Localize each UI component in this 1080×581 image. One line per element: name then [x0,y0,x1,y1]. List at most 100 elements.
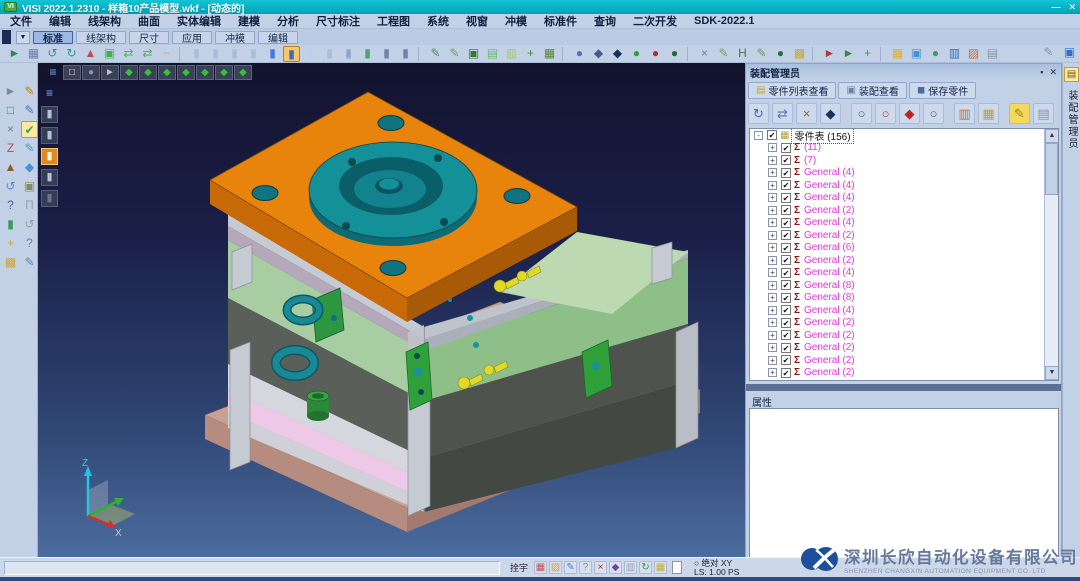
assembly-strip-label[interactable]: 装配管理员 [1064,90,1079,150]
pen-teal-icon[interactable]: ✎ [21,140,38,157]
tree-root-row[interactable]: - ✔ ▦ 零件表 (156) [750,129,1058,142]
point-icon[interactable]: ● [571,46,588,62]
grid-yellow-icon[interactable]: ▦ [654,561,667,574]
expand-icon[interactable]: + [768,356,777,365]
robot-icon[interactable]: × [594,561,607,574]
expand-icon[interactable]: + [768,318,777,327]
view-left-icon[interactable]: ◆ [215,65,233,80]
item-checkbox[interactable]: ✔ [781,330,791,340]
layer-cyl-active-icon[interactable]: ▮ [41,148,58,165]
pen-blue-icon[interactable]: ✎ [564,561,577,574]
cursor-red-icon[interactable]: ► [821,46,838,62]
surface-icon[interactable]: ◆ [21,159,38,176]
layer-cyl-icon-3[interactable]: ▮ [41,169,58,186]
shaded-sphere-icon[interactable]: ● [666,46,683,62]
expand-icon[interactable]: + [768,231,777,240]
toolbar-tab[interactable]: 尺寸 [129,31,169,44]
frame-icon[interactable]: H [734,46,751,62]
menu-item[interactable]: 视窗 [466,13,488,29]
confirm-check-icon[interactable]: ✔ [21,121,38,138]
report-icon[interactable]: ▥ [954,103,975,124]
cube-icon[interactable]: ▣ [21,178,38,195]
gate-icon[interactable]: Π [21,197,38,214]
table-icon[interactable]: ▦ [978,103,999,124]
tools-icon[interactable]: × [2,121,19,138]
brush-icon[interactable]: ▩ [791,46,808,62]
menu-item[interactable]: 编辑 [49,13,71,29]
layer-icon-7[interactable]: ▮ [321,46,338,62]
menu-item[interactable]: 建模 [238,13,260,29]
chamfer-icon[interactable]: ▤ [484,46,501,62]
tree-item[interactable]: + ✔ Σ General (4) [750,267,1058,280]
tree-item[interactable]: + ✔ Σ General (2) [750,254,1058,267]
open-file-icon[interactable]: ▦ [25,46,42,62]
expand-icon[interactable]: + [768,218,777,227]
refresh-icon[interactable]: ↻ [748,103,769,124]
view-pointer-icon[interactable]: ► [101,65,119,80]
bar-icon[interactable]: ▮ [2,216,19,233]
layer-edit-icon[interactable]: ▮ [378,46,395,62]
pen2-icon[interactable]: ✎ [21,254,38,271]
item-checkbox[interactable]: ✔ [781,255,791,265]
root-checkbox[interactable]: ✔ [767,130,777,140]
expand-icon[interactable]: + [768,193,777,202]
tree-item[interactable]: + ✔ Σ General (4) [750,304,1058,317]
item-checkbox[interactable]: ✔ [781,155,791,165]
menu-item[interactable]: 实体编辑 [177,13,221,29]
help-icon[interactable]: ? [579,561,592,574]
item-checkbox[interactable]: ✔ [781,193,791,203]
tree-item[interactable]: + ✔ Σ General (2) [750,342,1058,355]
box-icon[interactable]: ▣ [101,46,118,62]
tree-item[interactable]: + ✔ Σ General (8) [750,292,1058,305]
menu-item[interactable]: 线架构 [88,13,121,29]
zoom-icon[interactable]: ○ [923,103,944,124]
layer-icon-2[interactable]: ▮ [207,46,224,62]
fillet-icon[interactable]: ▣ [465,46,482,62]
layer-tools-icon[interactable]: ▮ [397,46,414,62]
swap-icon[interactable]: ⇄ [120,46,137,62]
panel-splitter[interactable] [746,384,1061,391]
frame-select-icon[interactable]: □ [2,102,19,119]
angle-icon[interactable]: ▲ [2,159,19,176]
sketch-pen-icon[interactable]: ✎ [21,83,38,100]
expand-icon[interactable]: + [768,368,777,377]
tree-item[interactable]: + ✔ Σ General (2) [750,329,1058,342]
view-iso-icon[interactable]: ◆ [120,65,138,80]
command-prompt-field[interactable] [4,561,500,575]
scroll-thumb[interactable] [1045,143,1058,195]
tree-item[interactable]: + ✔ Σ General (2) [750,367,1058,380]
viewbar-menu-icon[interactable]: ≡ [44,65,62,80]
expand-icon[interactable]: + [768,243,777,252]
expand-icon[interactable]: + [768,256,777,265]
grid-red-icon[interactable]: ▦ [534,561,547,574]
rotate-icon[interactable]: ↺ [2,178,19,195]
item-checkbox[interactable]: ✔ [781,318,791,328]
extend-icon[interactable]: ✎ [446,46,463,62]
tree-item[interactable]: + ✔ Σ General (4) [750,167,1058,180]
menu-item[interactable]: 工程图 [377,13,410,29]
tree-item[interactable]: + ✔ Σ General (2) [750,354,1058,367]
book-icon[interactable]: ▤ [984,46,1001,62]
pen-corner-icon[interactable]: ✎ [1040,45,1057,61]
tree-item[interactable]: + ✔ Σ General (4) [750,179,1058,192]
cursor-green-icon[interactable]: ► [840,46,857,62]
item-checkbox[interactable]: ✔ [781,143,791,153]
item-checkbox[interactable]: ✔ [781,293,791,303]
menu-item[interactable]: 文件 [10,13,32,29]
search-key-icon[interactable]: ○ [851,103,872,124]
tree-item[interactable]: + ✔ Σ (7) [750,154,1058,167]
line-icon[interactable]: ◆ [590,46,607,62]
assembly-tree[interactable]: - ✔ ▦ 零件表 (156) + ✔ Σ (11) + ✔ Σ (7) + ✔ [749,128,1059,381]
cube-pick-icon[interactable]: ◆ [899,103,920,124]
layer-cyl-icon-1[interactable]: ▮ [41,106,58,123]
pen-green-icon[interactable]: ✎ [753,46,770,62]
status-spinner[interactable] [672,561,682,574]
layer-icon-8[interactable]: ▮ [340,46,357,62]
layer-active-icon[interactable]: ▮ [283,46,300,62]
scroll-down-button[interactable]: ▼ [1045,366,1059,380]
search-red-icon[interactable]: ○ [875,103,896,124]
select-tool-icon[interactable]: ► [6,46,23,62]
expand-icon[interactable]: + [768,268,777,277]
probe-icon[interactable]: ✎ [715,46,732,62]
trim-icon[interactable]: ✎ [427,46,444,62]
